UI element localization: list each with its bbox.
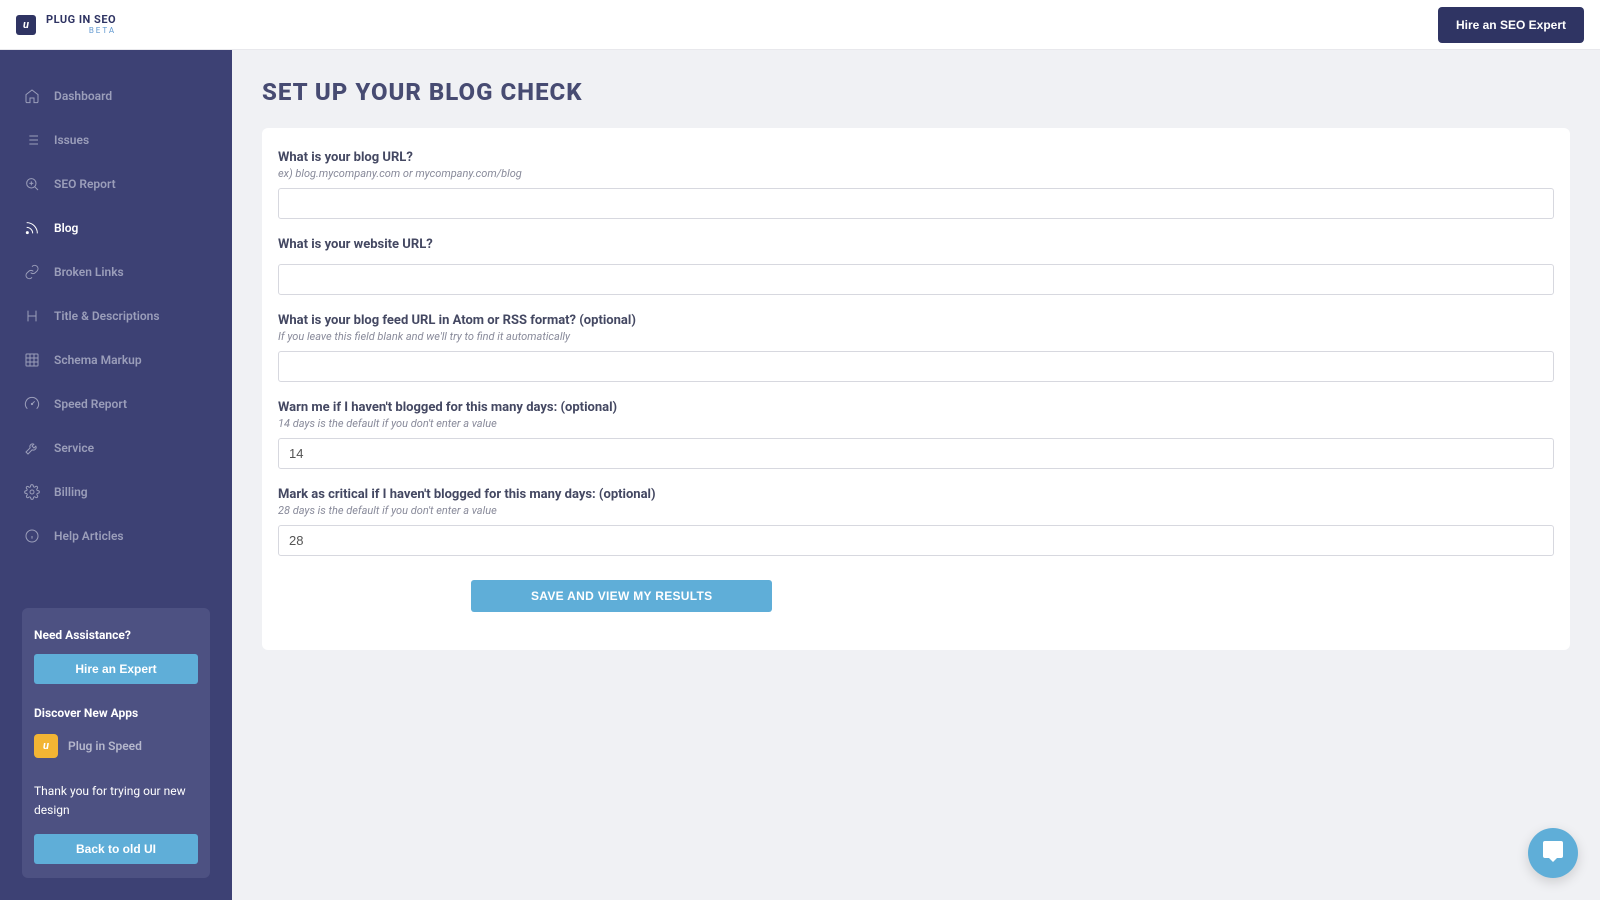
assist-title: Need Assistance? bbox=[34, 628, 198, 642]
sidebar-item-title-descriptions[interactable]: Title & Descriptions bbox=[0, 298, 232, 334]
sidebar-item-label: Title & Descriptions bbox=[54, 309, 160, 323]
sidebar-item-help-articles[interactable]: Help Articles bbox=[0, 518, 232, 554]
sidebar-item-billing[interactable]: Billing bbox=[0, 474, 232, 510]
blog-url-input[interactable] bbox=[278, 188, 1554, 219]
sidebar-item-label: Billing bbox=[54, 485, 88, 499]
sidebar-item-issues[interactable]: Issues bbox=[0, 122, 232, 158]
sidebar-item-label: Dashboard bbox=[54, 89, 112, 103]
sidebar-item-broken-links[interactable]: Broken Links bbox=[0, 254, 232, 290]
zoom-icon bbox=[24, 176, 40, 192]
grid-icon bbox=[24, 352, 40, 368]
warn-days-hint: 14 days is the default if you don't ente… bbox=[278, 417, 1554, 430]
sidebar-item-label: Issues bbox=[54, 133, 89, 147]
app-label: Plug in Speed bbox=[68, 739, 142, 753]
blog-url-hint: ex) blog.mycompany.com or mycompany.com/… bbox=[278, 167, 1554, 180]
sidebar-item-speed-report[interactable]: Speed Report bbox=[0, 386, 232, 422]
link-icon bbox=[24, 264, 40, 280]
hire-seo-expert-button[interactable]: Hire an SEO Expert bbox=[1438, 7, 1584, 43]
feed-url-hint: If you leave this field blank and we'll … bbox=[278, 330, 1554, 343]
discover-title: Discover New Apps bbox=[34, 706, 198, 720]
form-group-warn-days: Warn me if I haven't blogged for this ma… bbox=[278, 400, 1554, 469]
feed-url-input[interactable] bbox=[278, 351, 1554, 382]
sidebar-item-label: Schema Markup bbox=[54, 353, 142, 367]
chat-icon bbox=[1541, 839, 1565, 867]
warn-days-input[interactable] bbox=[278, 438, 1554, 469]
form-group-feed-url: What is your blog feed URL in Atom or RS… bbox=[278, 313, 1554, 382]
logo-area[interactable]: u PLUG IN SEO BETA bbox=[16, 14, 116, 35]
website-url-label: What is your website URL? bbox=[278, 237, 1554, 252]
sidebar-item-blog[interactable]: Blog bbox=[0, 210, 232, 246]
app-badge-icon: u bbox=[34, 734, 58, 758]
sidebar-item-label: Service bbox=[54, 441, 94, 455]
website-url-input[interactable] bbox=[278, 264, 1554, 295]
blog-check-form: What is your blog URL? ex) blog.mycompan… bbox=[262, 128, 1570, 650]
info-icon bbox=[24, 528, 40, 544]
app-plug-in-speed[interactable]: u Plug in Speed bbox=[34, 734, 198, 758]
sidebar-item-seo-report[interactable]: SEO Report bbox=[0, 166, 232, 202]
blog-url-label: What is your blog URL? bbox=[278, 150, 1554, 165]
warn-days-label: Warn me if I haven't blogged for this ma… bbox=[278, 400, 1554, 415]
form-group-website-url: What is your website URL? bbox=[278, 237, 1554, 295]
logo-text: PLUG IN SEO bbox=[46, 14, 116, 25]
sidebar: Dashboard Issues SEO Report Blog Broken … bbox=[0, 50, 232, 900]
home-icon bbox=[24, 88, 40, 104]
assistance-box: Need Assistance? Hire an Expert Discover… bbox=[22, 608, 210, 878]
back-to-old-ui-button[interactable]: Back to old UI bbox=[34, 834, 198, 864]
sidebar-nav: Dashboard Issues SEO Report Blog Broken … bbox=[0, 78, 232, 592]
sidebar-item-dashboard[interactable]: Dashboard bbox=[0, 78, 232, 114]
critical-days-hint: 28 days is the default if you don't ente… bbox=[278, 504, 1554, 517]
critical-days-label: Mark as critical if I haven't blogged fo… bbox=[278, 487, 1554, 502]
speed-icon bbox=[24, 396, 40, 412]
logo-beta: BETA bbox=[46, 26, 116, 35]
critical-days-input[interactable] bbox=[278, 525, 1554, 556]
wrench-icon bbox=[24, 440, 40, 456]
logo-text-block: PLUG IN SEO BETA bbox=[46, 14, 116, 35]
page-title: SET UP YOUR BLOG CHECK bbox=[262, 78, 1570, 106]
heading-icon bbox=[24, 308, 40, 324]
save-view-results-button[interactable]: SAVE AND VIEW MY RESULTS bbox=[471, 580, 772, 612]
sidebar-item-label: Help Articles bbox=[54, 529, 124, 543]
sidebar-item-schema-markup[interactable]: Schema Markup bbox=[0, 342, 232, 378]
hire-expert-button[interactable]: Hire an Expert bbox=[34, 654, 198, 684]
sidebar-item-label: Broken Links bbox=[54, 265, 124, 279]
sidebar-item-label: Speed Report bbox=[54, 397, 127, 411]
sidebar-item-service[interactable]: Service bbox=[0, 430, 232, 466]
sidebar-item-label: Blog bbox=[54, 221, 78, 235]
gear-icon bbox=[24, 484, 40, 500]
top-header: u PLUG IN SEO BETA Hire an SEO Expert bbox=[0, 0, 1600, 50]
list-icon bbox=[24, 132, 40, 148]
main-content: SET UP YOUR BLOG CHECK What is your blog… bbox=[232, 50, 1600, 900]
rss-icon bbox=[24, 220, 40, 236]
thanks-text: Thank you for trying our new design bbox=[34, 782, 198, 820]
feed-url-label: What is your blog feed URL in Atom or RS… bbox=[278, 313, 1554, 328]
sidebar-item-label: SEO Report bbox=[54, 177, 116, 191]
chat-help-button[interactable] bbox=[1528, 828, 1578, 878]
form-group-critical-days: Mark as critical if I haven't blogged fo… bbox=[278, 487, 1554, 556]
logo-badge-icon: u bbox=[16, 15, 36, 35]
form-group-blog-url: What is your blog URL? ex) blog.mycompan… bbox=[278, 150, 1554, 219]
